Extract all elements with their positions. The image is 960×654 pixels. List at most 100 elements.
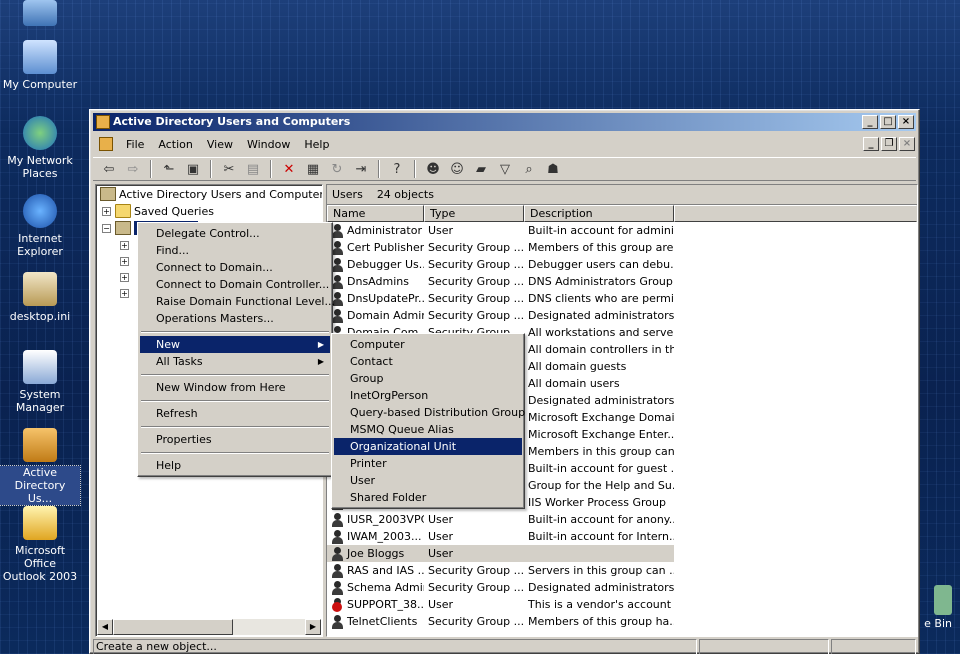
new-ou-icon[interactable]: ▰ <box>471 160 491 178</box>
up-folder-icon[interactable]: ⬑ <box>159 160 179 178</box>
new-menu-item-organizational-unit[interactable]: Organizational Unit <box>334 438 522 455</box>
desktop-icon-network-places[interactable]: My Network Places <box>0 116 80 180</box>
table-row[interactable]: RAS and IAS ... Security Group ... Servers… <box>327 562 917 579</box>
expand-plus-icon[interactable]: + <box>102 206 111 216</box>
column-header-description[interactable]: Description <box>524 205 674 222</box>
new-menu-item-computer[interactable]: Computer <box>334 336 522 353</box>
back-arrow-icon[interactable]: ⇦ <box>99 160 119 178</box>
tree-item-saved-queries[interactable]: + Saved Queries <box>102 203 214 219</box>
desktop-icon-desktop-ini[interactable]: desktop.ini <box>0 272 80 323</box>
new-menu-item-contact[interactable]: Contact <box>334 353 522 370</box>
context-menu-item-properties[interactable]: Properties <box>140 431 330 448</box>
minimize-button[interactable]: _ <box>862 115 878 129</box>
row-name: DnsUpdatePr... <box>347 292 424 305</box>
context-menu-item-new-window-from-here[interactable]: New Window from Here <box>140 379 330 396</box>
collapse-minus-icon[interactable]: − <box>102 223 111 233</box>
column-header-name[interactable]: Name <box>327 205 424 222</box>
desktop-icon-outlook[interactable]: Microsoft Office Outlook 2003 <box>0 506 80 583</box>
cut-icon[interactable]: ✂ <box>219 160 239 178</box>
new-menu-item-user[interactable]: User <box>334 472 522 489</box>
scroll-thumb[interactable] <box>113 619 233 635</box>
menu-help[interactable]: Help <box>297 138 336 151</box>
table-row[interactable]: Domain Admins Security Group ... Designate… <box>327 307 917 324</box>
expand-plus-icon[interactable]: + <box>120 240 129 250</box>
child-restore-button[interactable]: ❐ <box>881 137 897 151</box>
expand-plus-icon[interactable]: + <box>120 288 129 298</box>
table-row[interactable]: Administrator User Built-in account for ad… <box>327 222 917 239</box>
context-menu: Delegate Control... Find... Connect to Dom… <box>137 222 335 477</box>
expand-plus-icon[interactable]: + <box>120 256 129 266</box>
context-menu-item-connect-to-domain-controller[interactable]: Connect to Domain Controller... <box>140 276 330 293</box>
maximize-button[interactable]: □ <box>880 115 896 129</box>
tree-expander[interactable]: + <box>120 285 133 301</box>
desktop-icon-recycle-bin[interactable]: e Bin <box>924 585 952 630</box>
context-menu-item-delegate-control[interactable]: Delegate Control... <box>140 225 330 242</box>
show-hide-tree-icon[interactable]: ▣ <box>183 160 203 178</box>
tree-horizontal-scrollbar[interactable]: ◀ ▶ <box>97 619 321 635</box>
forward-arrow-icon[interactable]: ⇨ <box>123 160 143 178</box>
delete-icon[interactable]: ✕ <box>279 160 299 178</box>
window-titlebar[interactable]: Active Directory Users and Computers _ □… <box>93 113 916 131</box>
expand-plus-icon[interactable]: + <box>120 272 129 282</box>
desktop-icon-computer-top[interactable] <box>0 0 80 30</box>
desktop-icon-active-directory[interactable]: Active Directory Us... <box>0 428 81 506</box>
new-menu-item-group[interactable]: Group <box>334 370 522 387</box>
scroll-right-icon[interactable]: ▶ <box>305 619 321 635</box>
export-list-icon[interactable]: ⇥ <box>351 160 371 178</box>
help-icon[interactable]: ? <box>387 160 407 178</box>
context-menu-item-raise-domain-functional-level[interactable]: Raise Domain Functional Level... <box>140 293 335 310</box>
properties-icon[interactable]: ▦ <box>303 160 323 178</box>
column-header-type[interactable]: Type <box>424 205 524 222</box>
table-row[interactable]: SUPPORT_38... User This is a vendor's acco… <box>327 596 917 613</box>
find-icon[interactable]: ⌕ <box>519 160 539 178</box>
scroll-left-icon[interactable]: ◀ <box>97 619 113 635</box>
tree-expander[interactable]: + <box>120 237 133 253</box>
new-menu-item-printer[interactable]: Printer <box>334 455 522 472</box>
paste-icon[interactable]: ▤ <box>243 160 263 178</box>
row-description: Designated administrators... <box>528 581 674 594</box>
table-row[interactable]: Cert Publishers Security Group ... Members… <box>327 239 917 256</box>
menu-view[interactable]: View <box>200 138 240 151</box>
tree-expander[interactable]: + <box>120 269 133 285</box>
context-menu-item-new[interactable]: New ▶ <box>140 336 330 353</box>
new-menu-item-shared-folder[interactable]: Shared Folder <box>334 489 522 506</box>
user-icon <box>331 512 344 527</box>
filter-icon[interactable]: ▽ <box>495 160 515 178</box>
table-row[interactable]: TelnetClients Security Group ... Members o… <box>327 613 917 630</box>
menu-file[interactable]: File <box>119 138 151 151</box>
table-row[interactable]: DnsAdmins Security Group ... DNS Administr… <box>327 273 917 290</box>
desktop-icon-my-computer[interactable]: My Computer <box>0 40 80 91</box>
new-menu-item-inetorgperson[interactable]: InetOrgPerson <box>334 387 522 404</box>
new-group-icon[interactable]: ☺ <box>447 160 467 178</box>
table-row[interactable]: DnsUpdatePr... Security Group ... DNS clie… <box>327 290 917 307</box>
child-close-button[interactable]: × <box>899 137 915 151</box>
menu-separator <box>140 370 330 379</box>
context-menu-item-refresh[interactable]: Refresh <box>140 405 330 422</box>
desktop-icon-internet-explorer[interactable]: Internet Explorer <box>0 194 80 258</box>
child-minimize-button[interactable]: _ <box>863 137 879 151</box>
menu-action[interactable]: Action <box>151 138 199 151</box>
context-menu-item-help[interactable]: Help <box>140 457 330 474</box>
table-row[interactable]: Joe Bloggs User <box>327 545 674 562</box>
context-menu-item-operations-masters[interactable]: Operations Masters... <box>140 310 330 327</box>
table-row[interactable]: Debugger Us... Security Group ... Debugger… <box>327 256 917 273</box>
desktop-icon-system-manager[interactable]: System Manager <box>0 350 80 414</box>
new-menu-item-msmq-queue-alias[interactable]: MSMQ Queue Alias <box>334 421 522 438</box>
context-menu-item-all-tasks[interactable]: All Tasks ▶ <box>140 353 330 370</box>
mmc-document-icon[interactable] <box>99 137 113 151</box>
menu-window[interactable]: Window <box>240 138 297 151</box>
tree-root[interactable]: Active Directory Users and Computers [20 <box>100 186 322 202</box>
table-row[interactable]: IUSR_2003VPC User Built-in account for ano… <box>327 511 917 528</box>
table-row[interactable]: IWAM_2003... User Built-in account for Int… <box>327 528 917 545</box>
table-row[interactable]: Schema Admins Security Group ... Designate… <box>327 579 917 596</box>
refresh-icon[interactable]: ↻ <box>327 160 347 178</box>
add-to-group-icon[interactable]: ☗ <box>543 160 563 178</box>
context-menu-item-find[interactable]: Find... <box>140 242 330 259</box>
context-menu-item-connect-to-domain[interactable]: Connect to Domain... <box>140 259 330 276</box>
row-description: Designated administrators... <box>528 309 674 322</box>
tree-expander[interactable]: + <box>120 253 133 269</box>
close-button[interactable]: × <box>898 115 914 129</box>
new-user-icon[interactable]: ☻ <box>423 160 443 178</box>
row-type: User <box>428 547 454 560</box>
new-menu-item-query-based-distribution-group[interactable]: Query-based Distribution Group <box>334 404 525 421</box>
